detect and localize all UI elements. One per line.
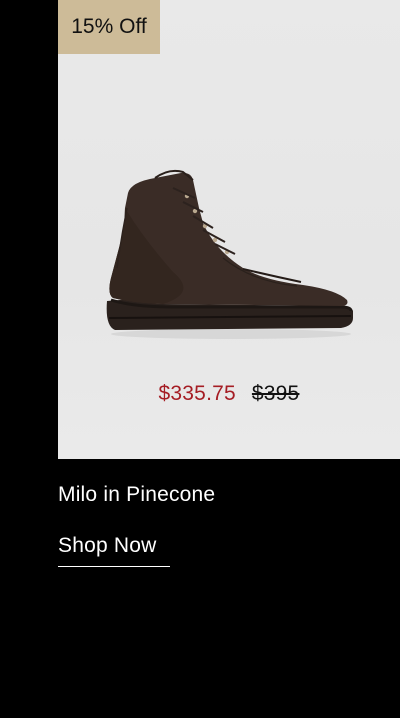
discount-badge: 15% Off — [58, 0, 160, 54]
price-row: $335.75 $395 — [58, 382, 400, 406]
sale-price: $335.75 — [158, 382, 236, 405]
boot-image — [106, 169, 354, 339]
product-image-area[interactable]: $335.75 $395 — [58, 0, 400, 459]
shop-now-link[interactable]: Shop Now — [58, 534, 170, 567]
product-name[interactable]: Milo in Pinecone — [58, 483, 215, 507]
original-price: $395 — [251, 382, 300, 405]
